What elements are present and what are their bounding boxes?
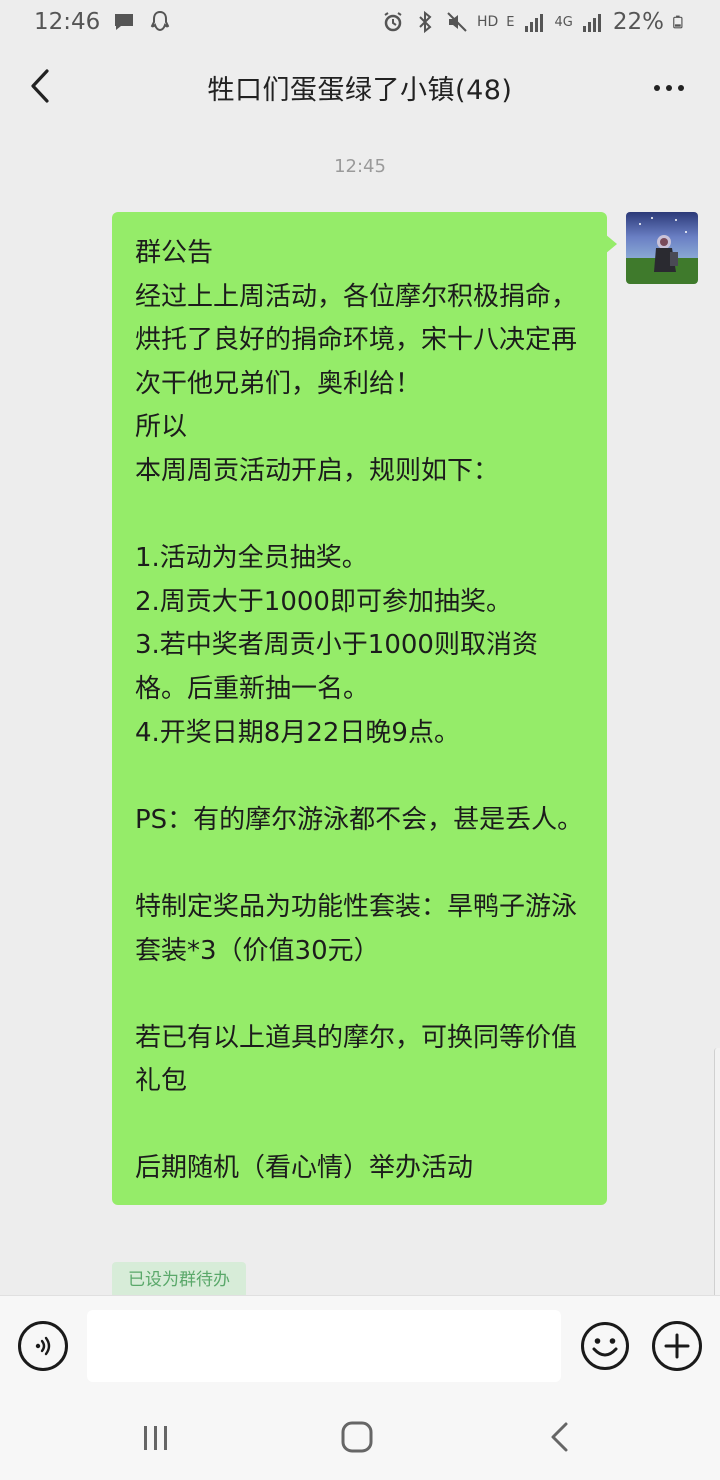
signal-icon-2 [582,14,601,32]
system-nav-bar [0,1395,720,1480]
more-dot [666,85,672,91]
network-4g: 4G [554,14,573,30]
back-button[interactable] [20,64,60,108]
more-functions-button[interactable] [652,1321,702,1371]
mute-icon [447,12,467,32]
voice-button[interactable] [18,1321,68,1371]
status-bar-right: HD E 4G 22% [381,9,686,35]
scrollbar[interactable] [714,1048,720,1334]
input-bar [0,1295,720,1395]
avatar[interactable] [626,212,698,284]
chat-header: 牲口们蛋蛋绿了小镇(48) [0,44,720,130]
qq-icon [151,10,170,32]
more-options-button[interactable] [644,68,694,108]
recents-icon[interactable] [138,1425,174,1451]
status-bar-left: 12:46 [34,9,172,35]
battery-icon [673,15,683,29]
message-timestamp: 12:45 [334,156,386,177]
message-input[interactable] [87,1310,561,1382]
status-time: 12:46 [34,9,101,35]
more-dot [678,85,684,91]
back-icon[interactable] [546,1421,574,1453]
chat-area[interactable]: 12:45 群公告 经过上上周活动，各位摩尔积极捐命，烘托了良好的捐命环境，宋十… [0,130,720,1295]
more-dot [654,85,660,91]
signal-icon [524,14,543,32]
group-todo-tag[interactable]: 已设为群待办 [112,1262,246,1295]
chat-icon [115,14,134,30]
bluetooth-icon [419,10,432,34]
message-bubble[interactable]: 群公告 经过上上周活动，各位摩尔积极捐命，烘托了良好的捐命环境，宋十八决定再次干… [112,212,607,1206]
home-icon[interactable] [339,1419,375,1455]
voice-icon [35,1336,51,1356]
plus-icon [664,1333,690,1359]
chat-title: 牲口们蛋蛋绿了小镇(48) [207,74,513,106]
network-hd: HD [476,14,499,30]
status-bar: 12:46 HD E 4G 22% [0,0,720,44]
bubble-tail [605,234,617,254]
battery-percent: 22% [612,9,664,35]
emoji-icon [581,1322,629,1370]
chevron-left-icon [31,69,49,103]
network-e: E [506,14,515,30]
alarm-icon [384,12,402,32]
emoji-button[interactable] [580,1321,630,1371]
avatar-image [626,212,698,284]
